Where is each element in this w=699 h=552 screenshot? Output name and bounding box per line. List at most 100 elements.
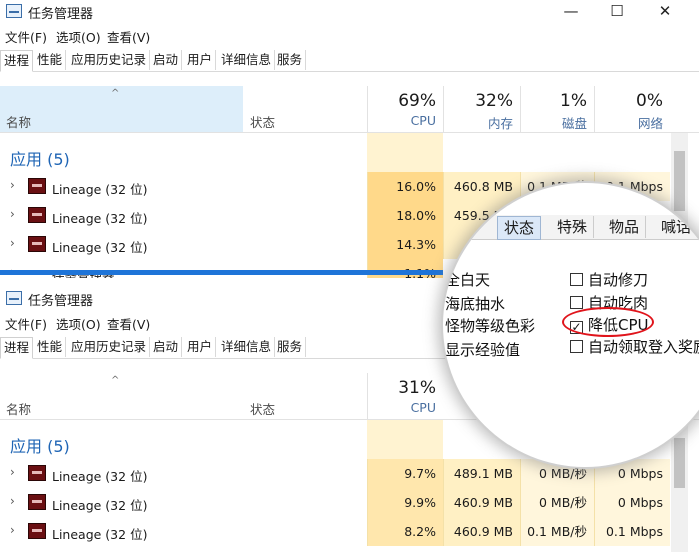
menu-file[interactable]: 文件(F): [5, 27, 47, 46]
network-total: 0%: [636, 91, 663, 111]
tab-users[interactable]: 用户: [184, 337, 217, 357]
cpu-column-fill: [367, 133, 443, 173]
game-settings-tabs: 水 状态 特殊 物品 喊话: [443, 215, 699, 240]
lineage-app-icon: [28, 494, 46, 510]
option-show-exp[interactable]: 显示经验值: [445, 339, 520, 360]
tab-users[interactable]: 用户: [184, 50, 217, 70]
auto-login-reward-checkbox[interactable]: 自动领取登入奖励: [570, 336, 699, 357]
auto-repair-label: 自动修刀: [588, 271, 649, 289]
network-cell: 0.1 Mbps: [594, 517, 670, 546]
auto-login-reward-label: 自动领取登入奖励: [588, 338, 699, 356]
process-name: Lineage (32 位): [52, 182, 148, 197]
tab-app-history[interactable]: 应用历史记录: [68, 50, 151, 70]
table-row[interactable]: › Lineage (32 位) 8.2% 460.9 MB 0.1 MB/秒 …: [0, 517, 699, 546]
window-title: 任务管理器: [28, 7, 94, 22]
lineage-app-icon: [28, 465, 46, 481]
tab-performance[interactable]: 性能: [34, 337, 67, 357]
maximize-button[interactable]: ☐: [594, 0, 640, 24]
tab-water[interactable]: 水: [443, 216, 464, 238]
tab-processes[interactable]: 进程: [0, 337, 34, 359]
chevron-right-icon[interactable]: ›: [10, 494, 15, 508]
process-name: Lineage (32 位): [52, 211, 148, 226]
cpu-cell: 14.3%: [367, 230, 443, 259]
scrollbar-thumb[interactable]: [674, 151, 685, 211]
lineage-app-icon: [28, 178, 46, 194]
checkbox-unchecked-icon[interactable]: [570, 340, 583, 353]
memory-cell: 489.1 MB: [443, 459, 520, 488]
window-title: 任务管理器: [28, 294, 94, 309]
tab-items[interactable]: 物品: [603, 216, 647, 238]
memory-label: 内存: [487, 116, 513, 131]
tab-services[interactable]: 服务: [274, 337, 307, 357]
checkbox-unchecked-icon[interactable]: [570, 296, 583, 309]
memory-column-header[interactable]: 32% 内存: [443, 86, 520, 132]
cpu-label: CPU: [410, 113, 436, 128]
lineage-app-icon: [28, 523, 46, 539]
process-name: Lineage (32 位): [52, 240, 148, 255]
cpu-cell: 16.0%: [367, 172, 443, 201]
cpu-column-header[interactable]: 31% CPU: [367, 373, 443, 419]
option-monster-level-color[interactable]: 怪物等级色彩: [445, 315, 535, 336]
cpu-column-fill: [367, 420, 443, 460]
menu-file[interactable]: 文件(F): [5, 314, 47, 333]
menu-view[interactable]: 查看(V): [107, 27, 150, 46]
task-manager-app-icon: [6, 4, 22, 18]
chevron-right-icon[interactable]: ›: [10, 523, 15, 537]
tab-startup[interactable]: 启动: [150, 337, 183, 357]
disk-cell: 0.1 MB/秒: [520, 517, 594, 546]
disk-total: 1%: [560, 91, 587, 111]
checkbox-unchecked-icon[interactable]: [570, 273, 583, 286]
cpu-cell: 18.0%: [367, 201, 443, 230]
network-column-header[interactable]: 0% 网络: [594, 86, 670, 132]
memory-total: 32%: [475, 91, 513, 111]
disk-label: 磁盘: [561, 116, 587, 131]
status-column-label[interactable]: 状态: [250, 399, 275, 418]
cpu-total: 69%: [398, 91, 436, 111]
network-cell: 0 Mbps: [594, 488, 670, 517]
scrollbar-thumb[interactable]: [674, 438, 685, 488]
title-bar[interactable]: 任务管理器 — ☐ ✕: [0, 0, 699, 24]
chevron-right-icon[interactable]: ›: [10, 178, 15, 192]
close-button[interactable]: ✕: [642, 0, 688, 24]
name-column-header[interactable]: ^ 名称: [0, 86, 243, 132]
chevron-right-icon[interactable]: ›: [10, 465, 15, 479]
minimize-button[interactable]: —: [548, 0, 594, 24]
memory-cell: 460.9 MB: [443, 517, 520, 546]
tab-processes[interactable]: 进程: [0, 50, 34, 72]
process-name: Lineage (32 位): [52, 498, 148, 513]
apps-section-title[interactable]: 应用 (5): [10, 433, 70, 457]
menu-view[interactable]: 查看(V): [107, 314, 150, 333]
network-label: 网络: [637, 116, 663, 131]
menu-options[interactable]: 选项(O): [56, 314, 101, 333]
disk-cell: 0 MB/秒: [520, 488, 594, 517]
vertical-scrollbar[interactable]: [671, 420, 688, 552]
tab-status[interactable]: 状态: [497, 216, 542, 240]
table-row[interactable]: › Lineage (32 位) 9.9% 460.9 MB 0 MB/秒 0 …: [0, 488, 699, 517]
tab-services[interactable]: 服务: [274, 50, 307, 70]
tab-special[interactable]: 特殊: [551, 216, 595, 238]
name-column-header[interactable]: ^ 名称: [0, 373, 243, 419]
tab-shout[interactable]: 喊话: [655, 216, 699, 238]
option-seabed-pump[interactable]: 海底抽水: [445, 293, 505, 314]
chevron-right-icon[interactable]: ›: [10, 207, 15, 221]
name-column-label: 名称: [6, 402, 32, 417]
chevron-right-icon[interactable]: ›: [10, 236, 15, 250]
memory-cell: 460.8 MB: [443, 172, 520, 201]
auto-repair-checkbox[interactable]: 自动修刀: [570, 269, 648, 290]
tab-details[interactable]: 详细信息: [218, 337, 276, 357]
cpu-cell: 1.1%: [367, 259, 443, 278]
cpu-cell: 9.7%: [367, 459, 443, 488]
tab-performance[interactable]: 性能: [34, 50, 67, 70]
cpu-cell: 9.9%: [367, 488, 443, 517]
status-column-label[interactable]: 状态: [250, 112, 275, 131]
lineage-app-icon: [28, 236, 46, 252]
tab-app-history[interactable]: 应用历史记录: [68, 337, 151, 357]
tab-strip: 进程 性能 应用历史记录 启动 用户 详细信息 服务: [0, 50, 699, 72]
apps-section-title[interactable]: 应用 (5): [10, 146, 70, 170]
option-full-daylight[interactable]: 全白天: [445, 269, 490, 290]
menu-options[interactable]: 选项(O): [56, 27, 101, 46]
tab-details[interactable]: 详细信息: [218, 50, 276, 70]
cpu-column-header[interactable]: 69% CPU: [367, 86, 443, 132]
disk-column-header[interactable]: 1% 磁盘: [520, 86, 594, 132]
tab-startup[interactable]: 启动: [150, 50, 183, 70]
